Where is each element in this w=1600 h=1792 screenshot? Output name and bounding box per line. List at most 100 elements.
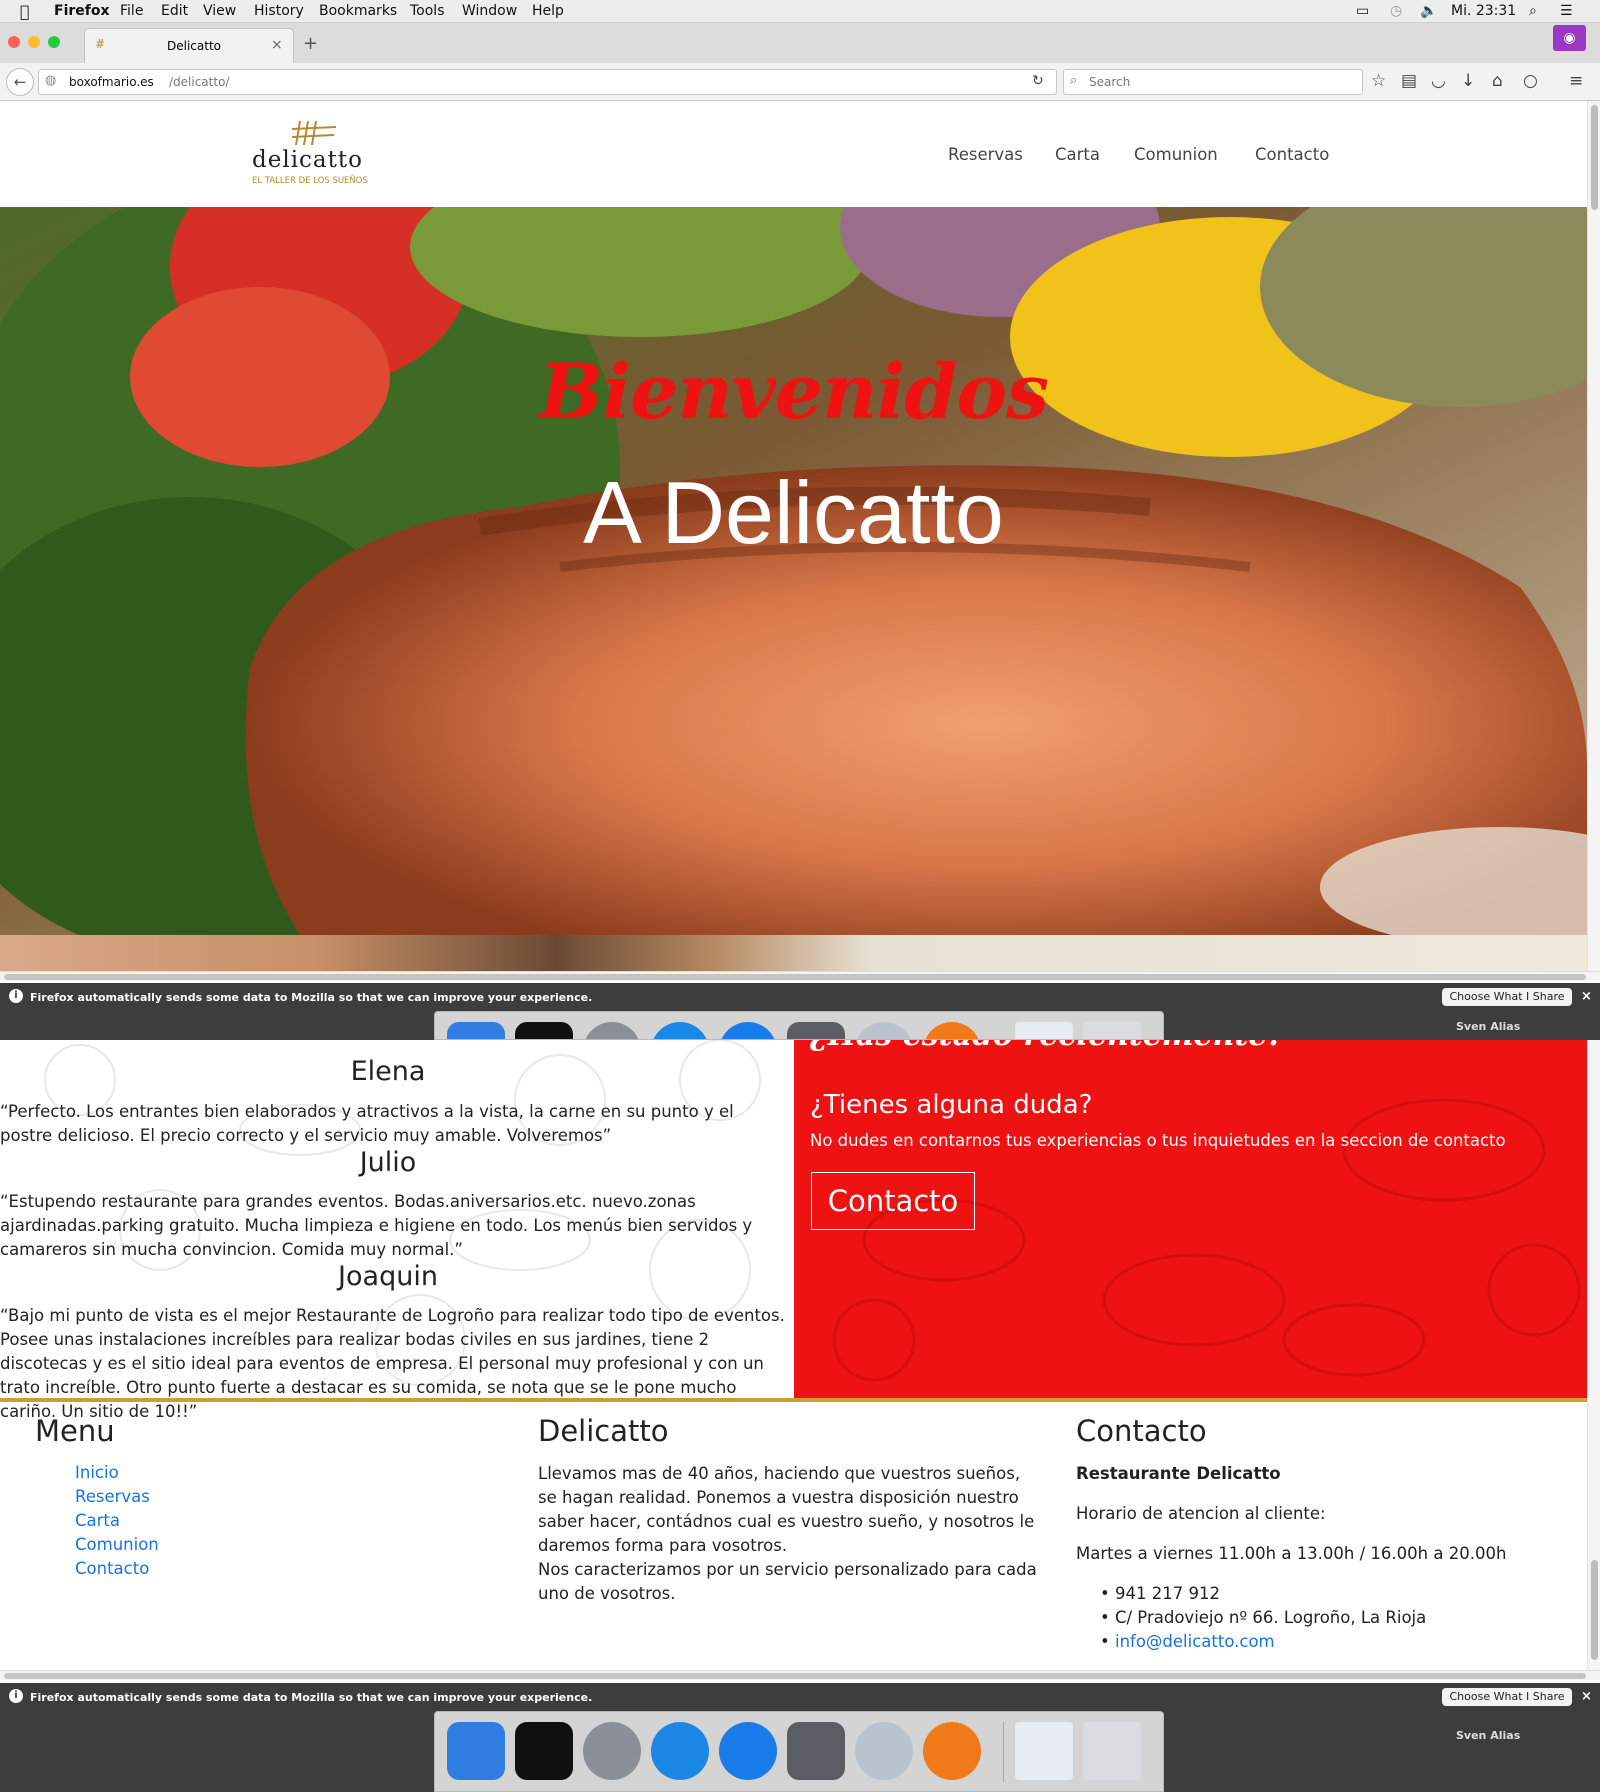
nav-comunion[interactable]: Comunion (1134, 145, 1218, 164)
nav-reservas[interactable]: Reservas (948, 145, 1023, 164)
notice-text-lower: Firefox automatically sends some data to… (30, 1691, 593, 1704)
footer-address-item: • C/ Pradoviejo nº 66. Logroño, La Rioja (1100, 1608, 1427, 1627)
desktop-user-label: Sven Alias (1456, 1020, 1521, 1033)
finder-icon[interactable] (447, 1722, 505, 1780)
data-notice-bar-lower: i Firefox automatically sends some data … (0, 1683, 1600, 1711)
menu-view[interactable]: View (203, 3, 236, 19)
new-tab-icon[interactable]: + (303, 33, 318, 54)
site-info-icon[interactable]: ◍ (45, 73, 56, 88)
terminal-icon[interactable] (515, 1022, 573, 1039)
logo-fork-icon (291, 120, 337, 146)
pocket-icon[interactable]: ◡ (1431, 71, 1446, 91)
system-preferences-icon[interactable] (787, 1022, 845, 1039)
app-store-icon[interactable] (719, 1022, 777, 1039)
utility-icon[interactable] (855, 1022, 913, 1039)
hamburger-menu-icon[interactable]: ≡ (1569, 71, 1583, 91)
footer-link-contacto[interactable]: Contacto (75, 1559, 149, 1578)
menu-edit[interactable]: Edit (161, 3, 188, 19)
display-icon[interactable]: ▭ (1356, 3, 1369, 19)
url-domain: boxofmario.es (69, 75, 154, 89)
menu-file[interactable]: File (120, 3, 143, 19)
footer-email-link[interactable]: info@delicatto.com (1115, 1632, 1275, 1651)
bookmark-star-icon[interactable]: ☆ (1371, 71, 1386, 91)
page-viewport-bottom: Elena “Perfecto. Los entrantes bien elab… (0, 1040, 1587, 1670)
tab-delicatto[interactable]: # Delicatto × (84, 28, 294, 63)
footer-link-inicio[interactable]: Inicio (75, 1463, 119, 1482)
menu-window[interactable]: Window (462, 3, 517, 19)
firefox-icon[interactable] (923, 1022, 981, 1039)
reading-list-icon[interactable]: ▤ (1401, 71, 1417, 91)
url-bar[interactable]: ◍ boxofmario.es /delicatto/ ↻ (38, 69, 1057, 95)
close-tab-icon[interactable]: × (271, 37, 283, 53)
footer-phone: 941 217 912 (1114, 1584, 1220, 1603)
launchpad-icon[interactable] (583, 1022, 641, 1039)
footer-address: C/ Pradoviejo nº 66. Logroño, La Rioja (1114, 1608, 1427, 1627)
document-icon[interactable] (1015, 1022, 1073, 1039)
system-preferences-icon[interactable] (787, 1722, 845, 1780)
minimize-window-button[interactable] (28, 36, 40, 48)
contact-cta-panel: ¿Has estado recientemente? ¿Tienes algun… (794, 1040, 1587, 1399)
app-store-icon[interactable] (719, 1722, 777, 1780)
hero-food-illustration (0, 207, 1587, 935)
notice-close-icon[interactable]: × (1581, 989, 1592, 1004)
navigation-toolbar: ← ◍ boxofmario.es /delicatto/ ↻ ⌕ Search… (0, 63, 1600, 101)
downloads-icon[interactable]: ↓ (1461, 71, 1475, 91)
finder-icon[interactable] (447, 1022, 505, 1039)
cta-text: No dudes en contarnos tus experiencias o… (810, 1131, 1506, 1150)
footer-about-text-1: Llevamos mas de 40 años, haciendo que vu… (538, 1464, 1035, 1555)
zoom-window-button[interactable] (48, 36, 60, 48)
horizontal-scrollbar-lower[interactable] (0, 1670, 1600, 1680)
cta-contacto-button[interactable]: Contacto (811, 1172, 975, 1230)
scrollbar-thumb-lower[interactable] (1591, 1560, 1598, 1660)
terminal-icon[interactable] (515, 1722, 573, 1780)
back-button[interactable]: ← (6, 68, 34, 96)
trash-icon[interactable] (1083, 1722, 1141, 1780)
close-window-button[interactable] (8, 36, 20, 48)
horizontal-scrollbar[interactable] (0, 971, 1600, 981)
utility-icon[interactable] (855, 1722, 913, 1780)
trash-icon[interactable] (1083, 1022, 1141, 1039)
page-scrollbar-lower[interactable] (1587, 1040, 1600, 1670)
tab-bar: # Delicatto × + ◉ (0, 23, 1600, 63)
spotlight-icon[interactable]: ⌕ (1529, 3, 1537, 19)
site-logo[interactable]: delicatto EL TALLER DE LOS SUEÑOS (250, 119, 370, 189)
apple-icon[interactable]:  (20, 2, 30, 21)
gold-divider (0, 1398, 1587, 1402)
safari-icon[interactable] (651, 1722, 709, 1780)
notice-close-icon[interactable]: × (1581, 1689, 1592, 1704)
menu-help[interactable]: Help (532, 3, 564, 19)
footer-link-comunion[interactable]: Comunion (75, 1535, 159, 1554)
chat-icon[interactable]: ○ (1523, 71, 1538, 91)
home-icon[interactable]: ⌂ (1492, 71, 1503, 91)
scrollbar-thumb[interactable] (1591, 105, 1598, 210)
menu-bookmarks[interactable]: Bookmarks (319, 3, 397, 19)
nav-contacto[interactable]: Contacto (1255, 145, 1329, 164)
footer-link-reservas[interactable]: Reservas (75, 1487, 150, 1506)
page-viewport-top: delicatto EL TALLER DE LOS SUEÑOS Reserv… (0, 101, 1587, 981)
time-machine-icon[interactable]: ◷ (1390, 3, 1402, 19)
review-text-joaquin: “Bajo mi punto de vista es el mejor Rest… (0, 1306, 785, 1421)
choose-what-i-share-button-lower[interactable]: Choose What I Share (1442, 1688, 1572, 1706)
footer-hours: Martes a viernes 11.00h a 13.00h / 16.00… (1076, 1544, 1507, 1563)
safari-icon[interactable] (651, 1022, 709, 1039)
launchpad-icon[interactable] (583, 1722, 641, 1780)
review-text-julio: “Estupendo restaurante para grandes even… (0, 1192, 753, 1259)
hscrollbar-thumb[interactable] (4, 974, 1586, 980)
info-icon: i (9, 989, 23, 1003)
choose-what-i-share-button[interactable]: Choose What I Share (1442, 988, 1572, 1006)
search-bar[interactable]: ⌕ Search (1063, 69, 1363, 95)
menu-app-name[interactable]: Firefox (54, 3, 110, 19)
document-icon[interactable] (1015, 1722, 1073, 1780)
notification-center-icon[interactable]: ☰ (1560, 3, 1573, 19)
page-scrollbar[interactable] (1587, 101, 1600, 981)
nav-carta[interactable]: Carta (1055, 145, 1100, 164)
footer-link-carta[interactable]: Carta (75, 1511, 120, 1530)
clock[interactable]: Mi. 23:31 (1451, 3, 1516, 19)
firefox-icon[interactable] (923, 1722, 981, 1780)
hscrollbar-thumb-lower[interactable] (4, 1673, 1586, 1679)
menu-tools[interactable]: Tools (410, 3, 445, 19)
menu-history[interactable]: History (254, 3, 304, 19)
reload-icon[interactable]: ↻ (1032, 73, 1044, 89)
volume-icon[interactable]: 🔈 (1420, 3, 1437, 19)
private-browsing-mask-icon: ◉ (1553, 25, 1586, 51)
